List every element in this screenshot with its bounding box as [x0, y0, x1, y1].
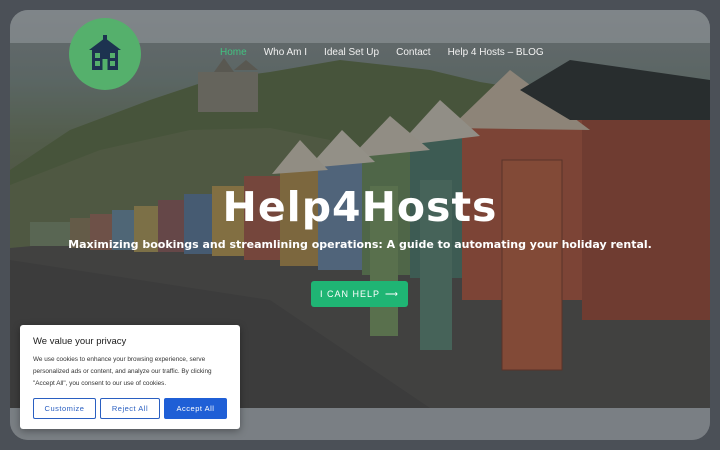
- nav-item-home[interactable]: Home: [220, 47, 247, 58]
- reject-all-button[interactable]: Reject All: [100, 398, 160, 419]
- site-logo[interactable]: [69, 18, 141, 90]
- nav-item-who-am-i[interactable]: Who Am I: [264, 47, 307, 58]
- house-icon: [89, 35, 121, 70]
- accept-all-button[interactable]: Accept All: [164, 398, 227, 419]
- nav-item-ideal-set-up[interactable]: Ideal Set Up: [324, 47, 379, 58]
- i-can-help-button[interactable]: I CAN HELP ⟶: [311, 281, 408, 307]
- main-nav: Home Who Am I Ideal Set Up Contact Help …: [220, 47, 561, 58]
- cookie-consent-banner: We value your privacy We use cookies to …: [20, 325, 240, 429]
- cookie-title: We value your privacy: [33, 336, 127, 347]
- cookie-text: We use cookies to enhance your browsing …: [33, 356, 212, 387]
- cta-label: I CAN HELP: [320, 289, 381, 299]
- arrow-right-icon: ⟶: [385, 288, 399, 299]
- hero-title: Help4Hosts: [222, 183, 498, 231]
- hero-subtitle: Maximizing bookings and streamlining ope…: [68, 238, 652, 251]
- customize-button[interactable]: Customize: [33, 398, 96, 419]
- nav-item-contact[interactable]: Contact: [396, 47, 430, 58]
- nav-item-blog[interactable]: Help 4 Hosts – BLOG: [448, 47, 544, 58]
